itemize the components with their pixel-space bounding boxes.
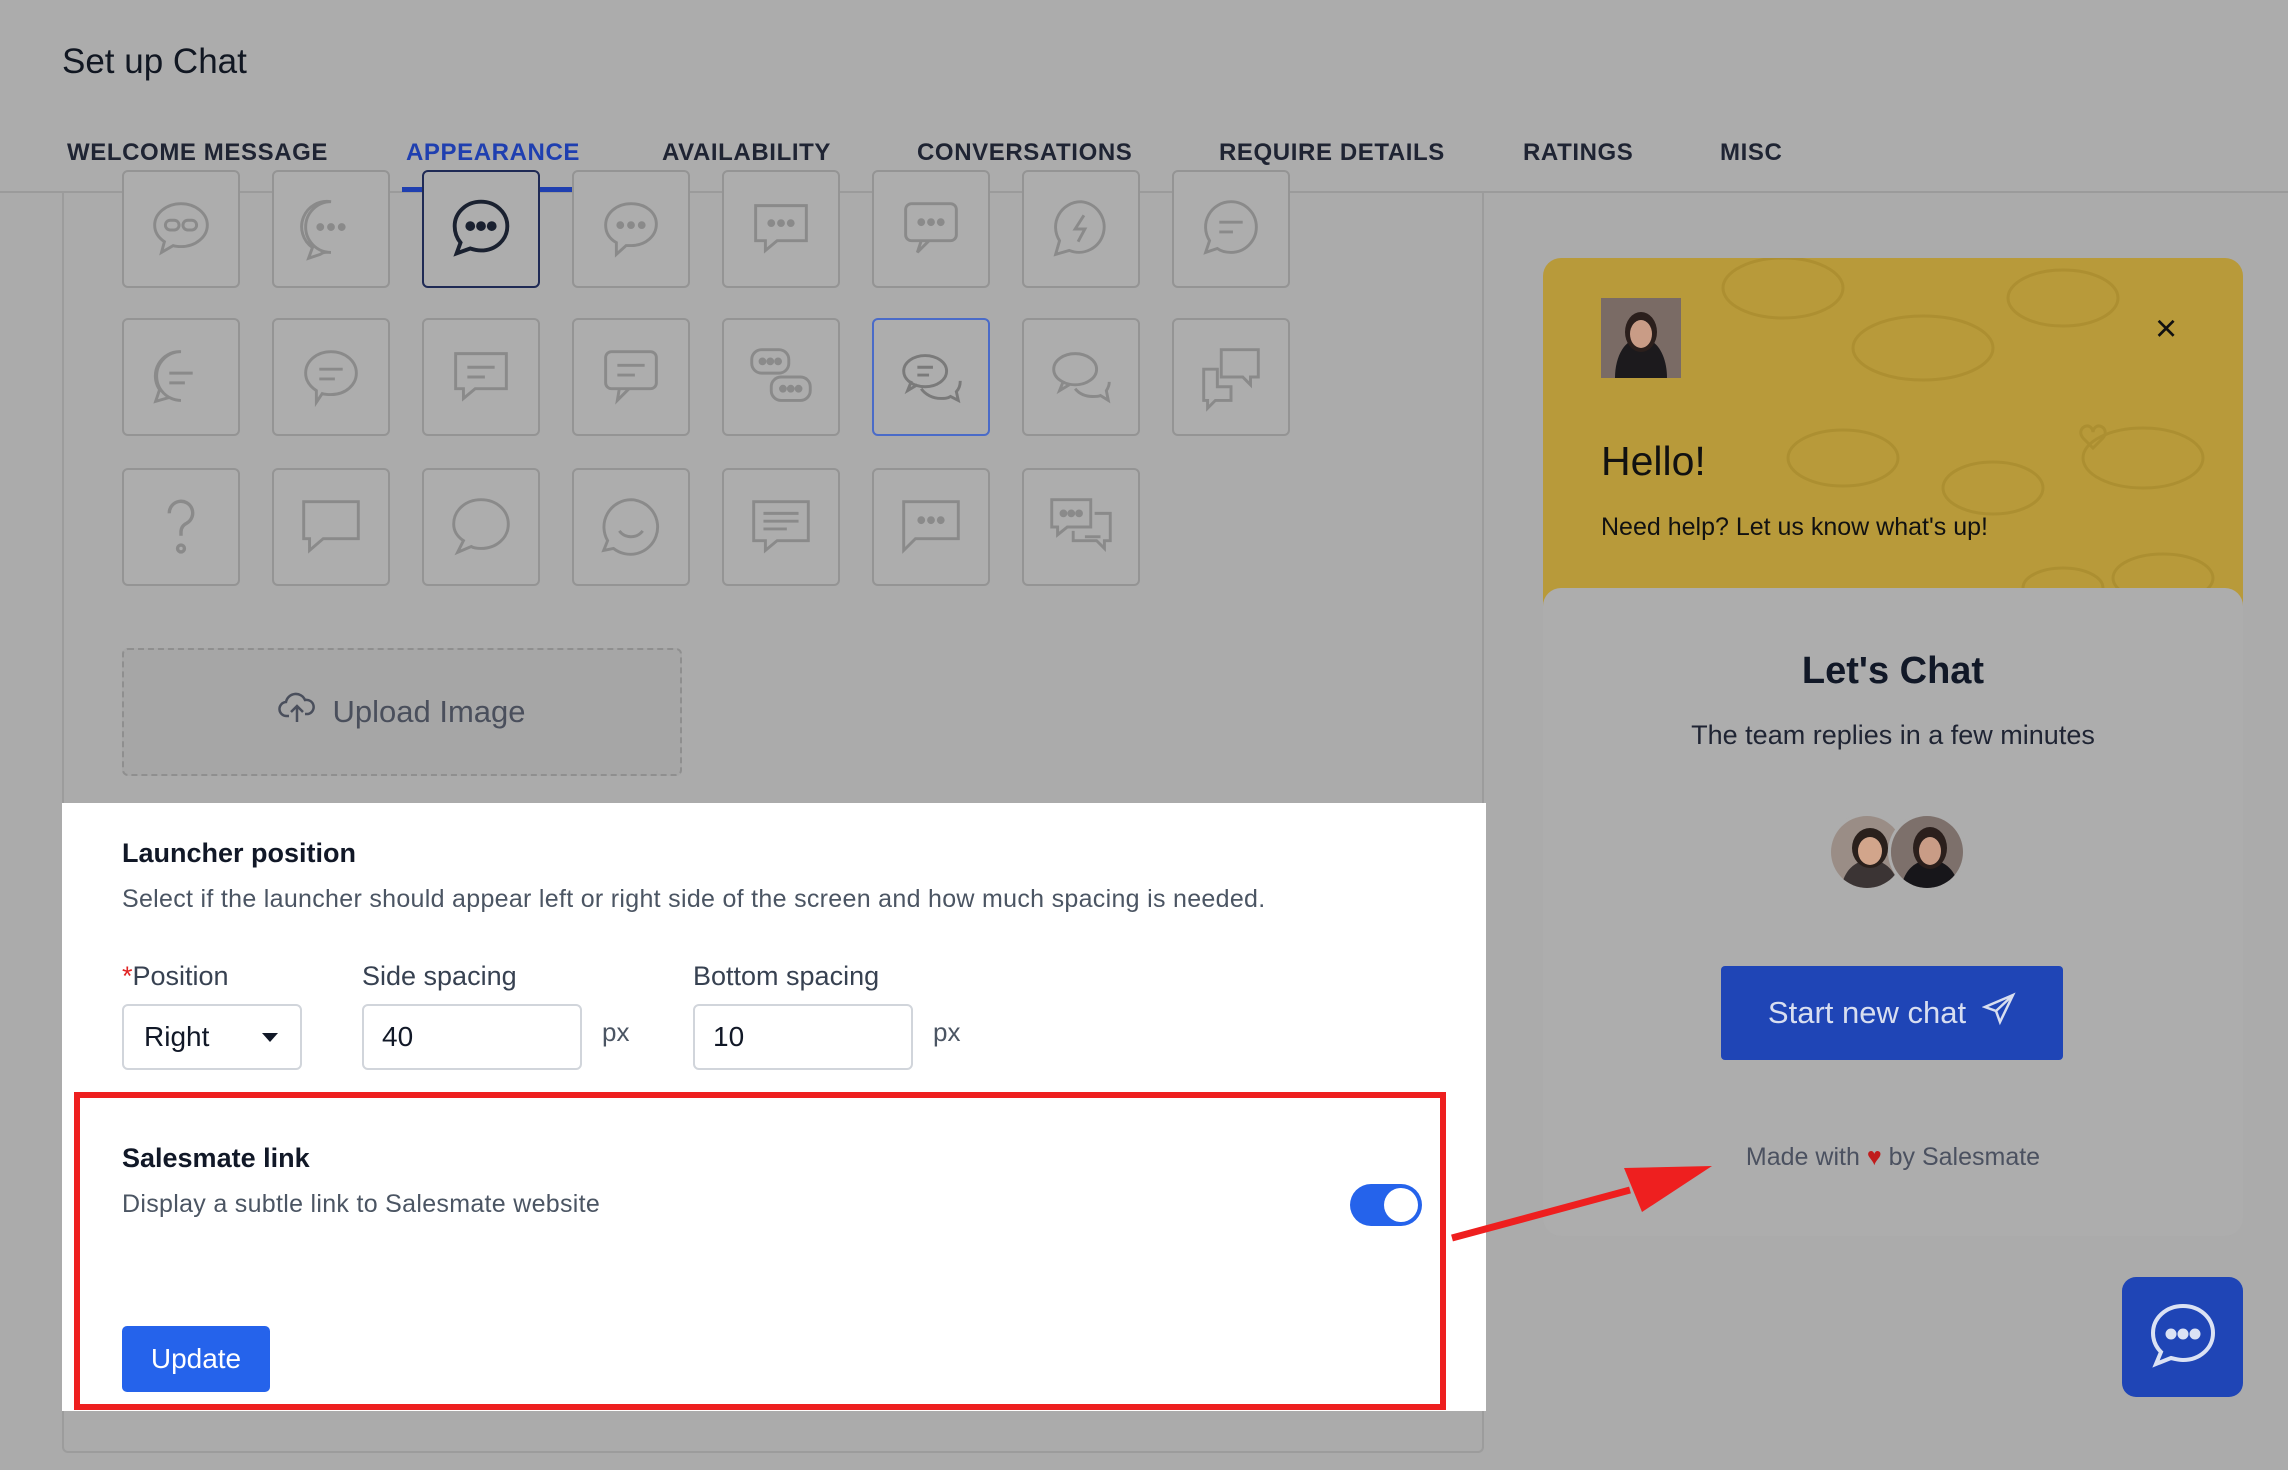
launcher-position-description: Select if the launcher should appear lef… — [122, 885, 1266, 913]
toggle-knob — [1384, 1188, 1418, 1222]
chat-square-text-icon[interactable] — [722, 468, 840, 586]
chat-square-dots-icon[interactable] — [722, 170, 840, 288]
position-label-text: Position — [132, 961, 229, 991]
position-select[interactable]: Right — [122, 1004, 302, 1070]
page-title: Set up Chat — [62, 42, 247, 81]
annotation-highlight-box — [74, 1092, 1446, 1410]
chat-double-square-dots-icon[interactable] — [1022, 468, 1140, 586]
side-spacing-unit: px — [602, 1017, 630, 1047]
widget-title: Let's Chat — [1801, 650, 1985, 692]
chat-bubble-lines-round-icon[interactable] — [272, 318, 390, 436]
side-spacing-input[interactable] — [362, 1004, 582, 1070]
bottom-spacing-unit: px — [933, 1017, 961, 1047]
update-button[interactable]: Update — [122, 1326, 270, 1392]
tab-availability[interactable]: AVAILABILITY — [662, 139, 831, 167]
tab-ratings[interactable]: RATINGS — [1523, 139, 1633, 167]
start-new-chat-label: Start new chat — [1767, 995, 1967, 1030]
close-icon[interactable]: × — [2155, 310, 2177, 348]
messenger-bolt-icon[interactable] — [1022, 170, 1140, 288]
bottom-spacing-input[interactable] — [693, 1004, 913, 1070]
salesmate-link-toggle[interactable] — [1350, 1184, 1422, 1226]
position-label: *Position — [122, 961, 229, 992]
tab-appearance[interactable]: APPEARANCE — [406, 139, 580, 167]
heart-icon: ♥ — [1866, 1143, 1882, 1171]
chat-bubble-dots-icon[interactable] — [272, 170, 390, 288]
chat-round-bubble-icon[interactable] — [572, 468, 690, 586]
chat-launcher-button[interactable] — [2122, 1277, 2243, 1397]
salesmate-link-title: Salesmate link — [122, 1143, 310, 1173]
made-with-prefix: Made with — [1745, 1143, 1860, 1171]
made-with-suffix: by Salesmate — [1888, 1143, 2041, 1171]
start-new-chat-button[interactable]: Start new chat — [1721, 966, 2063, 1060]
chat-square-lines-icon[interactable] — [422, 318, 540, 436]
side-spacing-label: Side spacing — [362, 961, 517, 991]
chat-bubble-lines-icon[interactable] — [1172, 170, 1290, 288]
salesmate-branding-link[interactable]: Made with ♥ by Salesmate — [1543, 1143, 2243, 1172]
required-mark: * — [122, 961, 133, 991]
chat-double-dots-icon[interactable] — [722, 318, 840, 436]
paper-plane-icon — [1981, 992, 2016, 1034]
chat-widget-preview: × Hello! Need help? Let us know what's u… — [1543, 258, 2243, 1236]
caret-down-icon — [262, 1033, 278, 1042]
salesmate-link-description: Display a subtle link to Salesmate websi… — [122, 1190, 601, 1218]
tab-misc[interactable]: MISC — [1720, 139, 1782, 167]
chat-double-outline-icon[interactable] — [1022, 318, 1140, 436]
chat-square-empty-icon[interactable] — [272, 468, 390, 586]
chat-square-lines-alt-icon[interactable] — [572, 318, 690, 436]
chat-bubble-empty-icon[interactable] — [422, 468, 540, 586]
tab-welcome-message[interactable]: WELCOME MESSAGE — [67, 139, 328, 167]
launcher-position-title: Launcher position — [122, 838, 357, 868]
question-mark-icon[interactable] — [122, 468, 240, 586]
chat-double-square-icon[interactable] — [1172, 318, 1290, 436]
bottom-spacing-label: Bottom spacing — [693, 961, 880, 991]
widget-greeting: Hello! — [1601, 438, 1706, 484]
cloud-upload-icon — [278, 692, 316, 732]
chat-square-dots-alt-icon[interactable] — [872, 170, 990, 288]
chat-bubble-dots-tail-icon[interactable] — [572, 170, 690, 288]
upload-image-button[interactable]: Upload Image — [122, 648, 682, 776]
position-select-value: Right — [144, 1021, 210, 1052]
chat-bubble-dots-bold-icon[interactable] — [422, 170, 540, 288]
widget-reply-time: The team replies in a few minutes — [1691, 720, 2095, 750]
page-header — [0, 0, 2288, 193]
tab-require-details[interactable]: REQUIRE DETAILS — [1219, 139, 1445, 167]
chat-square-dots-flat-icon[interactable] — [872, 468, 990, 586]
agent-avatar-2 — [1888, 813, 1966, 891]
chat-bubble-link-icon[interactable] — [122, 170, 240, 288]
chat-double-bubble-icon[interactable] — [872, 318, 990, 436]
widget-subgreeting: Need help? Let us know what's up! — [1601, 513, 1988, 541]
upload-image-label: Upload Image — [332, 694, 526, 729]
chat-bubble-dots-icon — [2146, 1298, 2220, 1377]
tab-conversations[interactable]: CONVERSATIONS — [917, 139, 1132, 167]
agent-avatar — [1601, 298, 1681, 378]
chat-bubble-lines-alt-icon[interactable] — [122, 318, 240, 436]
